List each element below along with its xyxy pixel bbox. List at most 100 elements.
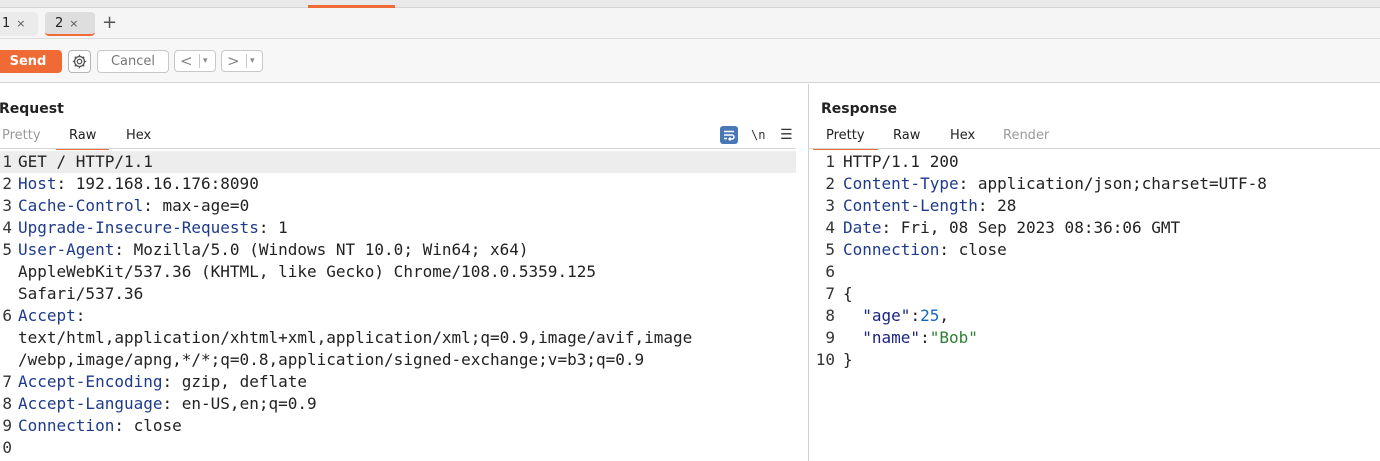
- line-text: /webp,image/apng,*/*;q=0.8,application/s…: [18, 350, 645, 369]
- header-value: :: [75, 306, 86, 325]
- response-title: Response: [821, 101, 898, 117]
- code-line: 7{: [809, 283, 1380, 305]
- request-editor[interactable]: 1 GET / HTTP/1.1 2 Host: 192.168.16.176:80…: [0, 151, 796, 459]
- response-editor[interactable]: 1 HTTP/1.1 200 2 Content-Type: application…: [809, 151, 1380, 371]
- header-value: : application/json;charset=UTF-8: [958, 174, 1267, 193]
- line-number: [0, 349, 12, 371]
- code-line: 2 Content-Type: application/json;charset=…: [809, 173, 1380, 195]
- response-view-tabs: Pretty Raw Hex Render: [809, 126, 1380, 150]
- code-line: 6 Accept:: [0, 305, 796, 327]
- code-line: 6: [809, 261, 1380, 283]
- tab-2-close-icon[interactable]: ×: [69, 17, 78, 30]
- line-number: 3: [825, 196, 835, 215]
- back-button[interactable]: < ▾: [174, 50, 216, 72]
- request-panel: Request Pretty Raw Hex \n ☰ 1 GET / HTTP/…: [0, 84, 808, 461]
- json-key: "age": [862, 306, 911, 325]
- tab-1[interactable]: 1 ×: [0, 12, 38, 36]
- response-tab-hex[interactable]: Hex: [950, 128, 975, 149]
- code-line: 7 Accept-Encoding: gzip, deflate: [0, 371, 796, 393]
- header-key: Connection: [843, 240, 940, 259]
- header-key: User-Agent: [18, 240, 115, 259]
- line-number: 8: [825, 306, 835, 325]
- header-key: Accept: [18, 306, 76, 325]
- header-value: : gzip, deflate: [162, 372, 308, 391]
- json-comma: ,: [939, 306, 949, 325]
- header-value: : Fri, 08 Sep 2023 08:36:06 GMT: [881, 218, 1181, 237]
- code-line: 10}: [809, 349, 1380, 371]
- json-number: 25: [920, 306, 940, 325]
- header-key: Content-Length: [843, 196, 978, 215]
- line-text: HTTP/1.1 200: [843, 152, 959, 171]
- request-tab-pretty[interactable]: Pretty: [2, 128, 41, 149]
- line-number: 2: [825, 174, 835, 193]
- code-line: 9 Connection: close: [0, 415, 796, 437]
- code-line: 9 "name":"Bob": [809, 327, 1380, 349]
- line-text: text/html,application/xhtml+xml,applicat…: [18, 328, 693, 347]
- request-tab-hex[interactable]: Hex: [126, 128, 151, 149]
- line-number: [0, 327, 12, 349]
- line-number: 7: [825, 284, 835, 303]
- line-number: [0, 283, 12, 305]
- line-text: Safari/537.36: [18, 284, 144, 303]
- back-arrow-icon: <: [180, 52, 193, 70]
- send-button[interactable]: Send: [0, 50, 62, 73]
- header-value: : close: [114, 416, 182, 435]
- line-number: 9: [2, 416, 12, 435]
- request-tab-underline: [0, 148, 796, 149]
- line-text: GET / HTTP/1.1: [18, 152, 153, 171]
- forward-dropdown-icon[interactable]: ▾: [250, 51, 255, 71]
- cancel-button[interactable]: Cancel: [97, 50, 169, 73]
- tab-1-close-icon[interactable]: ×: [16, 17, 25, 30]
- json-string: "Bob": [929, 328, 978, 347]
- gear-icon: [72, 54, 87, 69]
- response-tab-render[interactable]: Render: [1003, 128, 1049, 149]
- new-tab-plus-icon[interactable]: +: [102, 12, 117, 34]
- code-line: 5 Connection: close: [809, 239, 1380, 261]
- tab-1-label: 1: [2, 16, 11, 31]
- header-key: Cache-Control: [18, 196, 144, 215]
- show-newlines-icon[interactable]: \n: [751, 126, 765, 144]
- back-dropdown-icon[interactable]: ▾: [203, 51, 208, 71]
- tab-2[interactable]: 2 ×: [45, 12, 95, 36]
- menu-icon[interactable]: ☰: [780, 126, 793, 144]
- json-colon: :: [920, 328, 930, 347]
- line-number: 7: [2, 372, 12, 391]
- header-value: : en-US,en;q=0.9: [162, 394, 317, 413]
- line-number: 6: [2, 306, 12, 325]
- header-value: : 28: [977, 196, 1017, 215]
- code-line: Safari/537.36: [0, 283, 796, 305]
- forward-button[interactable]: > ▾: [221, 50, 263, 72]
- settings-button[interactable]: [68, 50, 91, 73]
- code-line: 0: [0, 437, 796, 459]
- response-tab-raw[interactable]: Raw: [893, 128, 920, 149]
- code-line: 1 HTTP/1.1 200: [809, 151, 1380, 173]
- line-number: 2: [2, 174, 12, 193]
- line-number: 8: [2, 394, 12, 413]
- header-value: : 192.168.16.176:8090: [56, 174, 259, 193]
- wrap-lines-icon[interactable]: [720, 126, 738, 144]
- code-line: 4 Date: Fri, 08 Sep 2023 08:36:06 GMT: [809, 217, 1380, 239]
- header-value: : max-age=0: [143, 196, 250, 215]
- header-key: Upgrade-Insecure-Requests: [18, 218, 259, 237]
- header-value: : 1: [258, 218, 288, 237]
- line-text: AppleWebKit/537.36 (KHTML, like Gecko) C…: [18, 262, 596, 281]
- line-number: 6: [825, 262, 835, 281]
- code-line: AppleWebKit/537.36 (KHTML, like Gecko) C…: [0, 261, 796, 283]
- header-key: Host: [18, 174, 57, 193]
- line-number: 5: [825, 240, 835, 259]
- header-value: : Mozilla/5.0 (Windows NT 10.0; Win64; x…: [114, 240, 529, 259]
- response-tab-pretty[interactable]: Pretty: [813, 128, 877, 150]
- header-key: Connection: [18, 416, 115, 435]
- line-number: 4: [825, 218, 835, 237]
- request-tab-raw[interactable]: Raw: [55, 128, 110, 150]
- forward-separator: [246, 54, 247, 68]
- code-line: 5 User-Agent: Mozilla/5.0 (Windows NT 10.…: [0, 239, 796, 261]
- header-key: Accept-Encoding: [18, 372, 163, 391]
- response-tab-underline: [809, 148, 1380, 149]
- line-number: 1: [2, 152, 12, 171]
- line-number: 10: [815, 350, 835, 369]
- code-line: 3 Content-Length: 28: [809, 195, 1380, 217]
- top-strip: [0, 0, 1380, 8]
